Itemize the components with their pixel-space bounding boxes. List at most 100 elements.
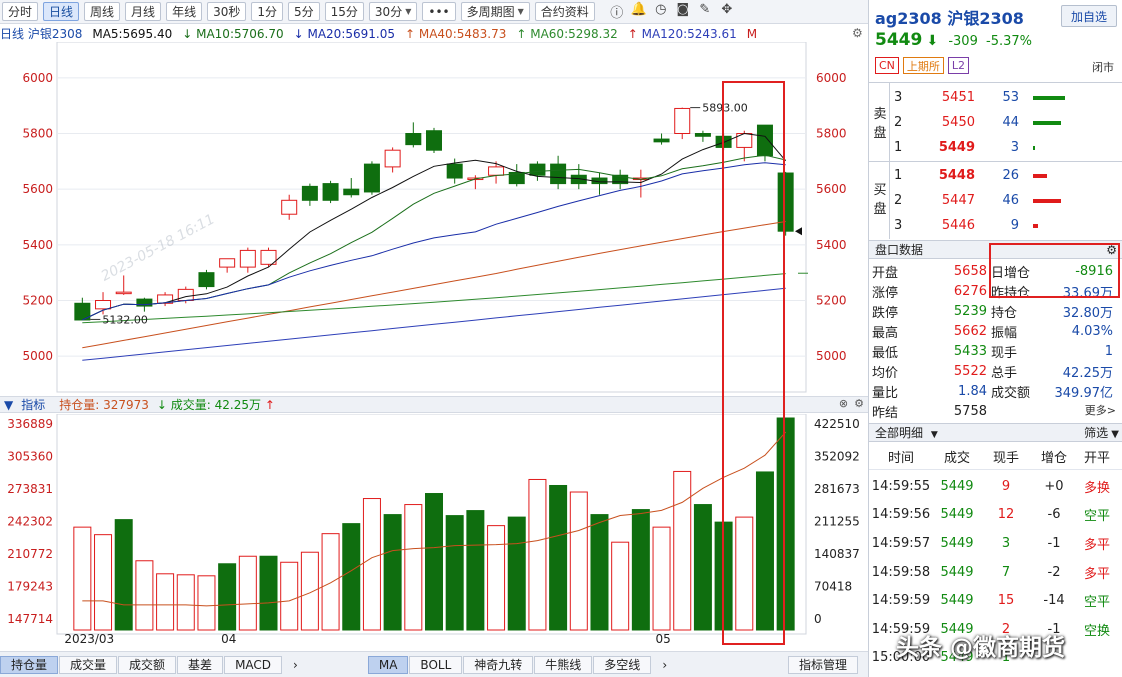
volume-bar[interactable]: [156, 573, 175, 631]
tabs-next-icon[interactable]: ›: [283, 656, 308, 674]
indicator-manage-button[interactable]: 指标管理: [787, 655, 858, 674]
overlay-tab-3[interactable]: 牛熊线: [534, 655, 593, 674]
period-button-4[interactable]: 年线: [166, 2, 203, 21]
ask-row[interactable]: 1 5449 3: [889, 135, 1121, 160]
candle-body[interactable]: [550, 163, 567, 185]
period-30m-button[interactable]: 30分 ▼: [368, 2, 418, 21]
ask-row[interactable]: 3 5451 53: [889, 85, 1121, 110]
ask-row[interactable]: 2 5450 44: [889, 110, 1121, 135]
multi-period-button[interactable]: 多周期图 ▼: [460, 2, 530, 21]
volume-bar[interactable]: [114, 519, 133, 631]
trade-row[interactable]: 14:59:56 5449 12 -6 空平: [869, 501, 1122, 530]
volume-bar[interactable]: [466, 510, 485, 631]
volume-bar[interactable]: [280, 561, 299, 631]
volume-bar[interactable]: [549, 484, 568, 631]
volume-bar[interactable]: [197, 575, 216, 631]
candle-body[interactable]: [426, 130, 442, 151]
candle-body[interactable]: [219, 258, 236, 268]
candle-body[interactable]: [363, 163, 380, 193]
volume-bar[interactable]: [94, 534, 113, 631]
period-button-7[interactable]: 5分: [288, 2, 320, 21]
candle-body[interactable]: [694, 133, 711, 137]
candle-body[interactable]: [405, 133, 422, 146]
candle-body[interactable]: [446, 163, 463, 179]
history-icon[interactable]: ◷: [650, 2, 672, 21]
filter-button[interactable]: 筛选 ▼: [1084, 424, 1119, 444]
period-button-3[interactable]: 月线: [125, 2, 162, 21]
volume-bar[interactable]: [300, 551, 319, 631]
volume-bar[interactable]: [73, 526, 92, 631]
indicator-toggle-icon[interactable]: ▼: [4, 398, 13, 412]
info-icon[interactable]: ⓘ: [606, 2, 628, 21]
volume-bar[interactable]: [673, 470, 692, 631]
bid-row[interactable]: 2 5447 46: [889, 188, 1121, 213]
candle-body[interactable]: [384, 149, 401, 168]
draw-icon[interactable]: ✎: [694, 2, 716, 21]
overlay-tab-0[interactable]: MA: [367, 655, 409, 674]
candle-body[interactable]: [343, 188, 360, 196]
indicator-tab-0[interactable]: 持仓量: [0, 655, 59, 674]
volume-bar[interactable]: [404, 504, 423, 631]
candle-body[interactable]: [95, 300, 112, 310]
trade-row[interactable]: 14:59:59 5449 15 -14 空平: [869, 586, 1122, 615]
candle-body[interactable]: [529, 163, 546, 176]
volume-bar[interactable]: [321, 533, 340, 631]
period-button-5[interactable]: 30秒: [207, 2, 247, 21]
add-watchlist-button[interactable]: 加自选: [1061, 5, 1117, 27]
volume-bar[interactable]: [445, 515, 464, 631]
volume-bar[interactable]: [259, 555, 278, 631]
detail-dropdown-icon[interactable]: ▼: [931, 430, 938, 440]
period-button-6[interactable]: 1分: [251, 2, 283, 21]
camera-icon[interactable]: ◙: [672, 2, 694, 21]
indicator-tab-3[interactable]: 基差: [177, 655, 224, 674]
candle-body[interactable]: [322, 183, 339, 201]
period-button-0[interactable]: 分时: [2, 2, 39, 21]
candle-body[interactable]: [301, 185, 318, 201]
volume-bar[interactable]: [590, 514, 609, 631]
volume-bar[interactable]: [218, 563, 237, 631]
indicator-settings-icon[interactable]: ⚙: [854, 397, 864, 410]
contract-info-button[interactable]: 合约资料: [534, 2, 595, 21]
trade-row[interactable]: 14:59:58 5449 7 -2 多平: [869, 558, 1122, 587]
bid-row[interactable]: 1 5448 26: [889, 163, 1121, 188]
volume-bar[interactable]: [569, 491, 588, 631]
volume-bar[interactable]: [383, 514, 402, 631]
more-link[interactable]: 更多>: [1085, 402, 1116, 418]
trade-detail-title[interactable]: 全部明细: [875, 426, 923, 440]
volume-bar[interactable]: [631, 509, 650, 631]
volume-bar[interactable]: [238, 555, 257, 631]
indicator-tab-4[interactable]: MACD: [224, 655, 283, 674]
volume-bar[interactable]: [176, 574, 195, 631]
candle-body[interactable]: [115, 291, 132, 295]
volume-bar[interactable]: [693, 504, 712, 631]
indicator-close-icon[interactable]: ⊗: [839, 397, 848, 410]
more-button[interactable]: •••: [422, 2, 456, 21]
volume-bar[interactable]: [425, 493, 443, 631]
chart-settings-icon[interactable]: ⚙: [852, 26, 863, 40]
cross-icon[interactable]: ✥: [716, 2, 738, 21]
overlay-tab-2[interactable]: 神奇九转: [463, 655, 534, 674]
overlay-next-icon[interactable]: ›: [652, 656, 677, 674]
bell-icon[interactable]: 🔔: [628, 2, 650, 21]
volume-bar[interactable]: [342, 523, 361, 631]
candle-body[interactable]: [674, 107, 691, 134]
period-button-8[interactable]: 15分: [324, 2, 364, 21]
candle-body[interactable]: [281, 199, 298, 215]
period-button-1[interactable]: 日线: [43, 2, 80, 21]
trade-row[interactable]: 14:59:55 5449 9 +0 多换: [869, 472, 1122, 501]
volume-bar[interactable]: [652, 526, 671, 631]
candle-body[interactable]: [488, 166, 505, 176]
trade-row[interactable]: 14:59:57 5449 3 -1 多平: [869, 529, 1122, 558]
volume-bar[interactable]: [487, 525, 506, 631]
volume-bar[interactable]: [611, 541, 630, 631]
overlay-tab-1[interactable]: BOLL: [409, 655, 463, 674]
indicator-tab-1[interactable]: 成交量: [59, 655, 118, 674]
candle-body[interactable]: [198, 272, 215, 288]
candle-body[interactable]: [239, 249, 256, 268]
volume-bar[interactable]: [528, 478, 547, 631]
volume-bar[interactable]: [507, 516, 526, 631]
period-button-2[interactable]: 周线: [84, 2, 121, 21]
bid-row[interactable]: 3 5446 9: [889, 213, 1121, 238]
candle-body[interactable]: [177, 288, 194, 302]
candle-body[interactable]: [653, 138, 670, 143]
